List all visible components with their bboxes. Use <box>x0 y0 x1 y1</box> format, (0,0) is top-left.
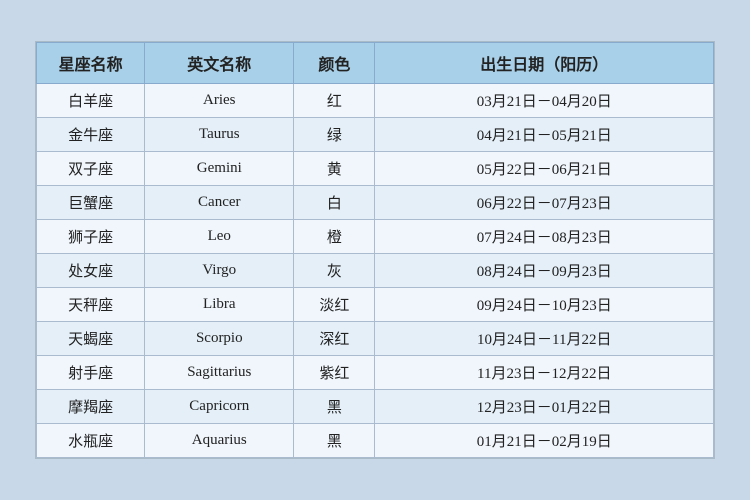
cell-chinese: 摩羯座 <box>37 390 145 424</box>
header-color: 颜色 <box>294 43 375 84</box>
cell-english: Gemini <box>145 152 294 186</box>
cell-color: 黑 <box>294 424 375 458</box>
header-date: 出生日期（阳历） <box>375 43 714 84</box>
cell-english: Libra <box>145 288 294 322</box>
cell-date: 03月21日－04月20日 <box>375 84 714 118</box>
cell-chinese: 天蝎座 <box>37 322 145 356</box>
cell-english: Virgo <box>145 254 294 288</box>
cell-date: 08月24日－09月23日 <box>375 254 714 288</box>
cell-color: 黄 <box>294 152 375 186</box>
table-header-row: 星座名称 英文名称 颜色 出生日期（阳历） <box>37 43 714 84</box>
cell-chinese: 水瓶座 <box>37 424 145 458</box>
cell-color: 深红 <box>294 322 375 356</box>
cell-chinese: 处女座 <box>37 254 145 288</box>
table-row: 白羊座Aries红03月21日－04月20日 <box>37 84 714 118</box>
table-row: 双子座Gemini黄05月22日－06月21日 <box>37 152 714 186</box>
header-english: 英文名称 <box>145 43 294 84</box>
cell-chinese: 巨蟹座 <box>37 186 145 220</box>
cell-english: Leo <box>145 220 294 254</box>
table-row: 狮子座Leo橙07月24日－08月23日 <box>37 220 714 254</box>
table-row: 金牛座Taurus绿04月21日－05月21日 <box>37 118 714 152</box>
table-row: 天秤座Libra淡红09月24日－10月23日 <box>37 288 714 322</box>
cell-date: 12月23日－01月22日 <box>375 390 714 424</box>
cell-color: 灰 <box>294 254 375 288</box>
cell-chinese: 射手座 <box>37 356 145 390</box>
zodiac-table: 星座名称 英文名称 颜色 出生日期（阳历） 白羊座Aries红03月21日－04… <box>36 42 714 458</box>
header-chinese: 星座名称 <box>37 43 145 84</box>
table-body: 白羊座Aries红03月21日－04月20日金牛座Taurus绿04月21日－0… <box>37 84 714 458</box>
cell-color: 白 <box>294 186 375 220</box>
cell-chinese: 金牛座 <box>37 118 145 152</box>
cell-date: 09月24日－10月23日 <box>375 288 714 322</box>
cell-chinese: 狮子座 <box>37 220 145 254</box>
cell-chinese: 白羊座 <box>37 84 145 118</box>
table-row: 射手座Sagittarius紫红11月23日－12月22日 <box>37 356 714 390</box>
cell-date: 11月23日－12月22日 <box>375 356 714 390</box>
cell-date: 10月24日－11月22日 <box>375 322 714 356</box>
cell-english: Cancer <box>145 186 294 220</box>
cell-english: Aquarius <box>145 424 294 458</box>
cell-date: 05月22日－06月21日 <box>375 152 714 186</box>
table-row: 天蝎座Scorpio深红10月24日－11月22日 <box>37 322 714 356</box>
table-row: 水瓶座Aquarius黑01月21日－02月19日 <box>37 424 714 458</box>
cell-english: Taurus <box>145 118 294 152</box>
cell-english: Aries <box>145 84 294 118</box>
cell-color: 绿 <box>294 118 375 152</box>
cell-color: 黑 <box>294 390 375 424</box>
zodiac-table-container: 星座名称 英文名称 颜色 出生日期（阳历） 白羊座Aries红03月21日－04… <box>35 41 715 459</box>
cell-english: Scorpio <box>145 322 294 356</box>
cell-date: 01月21日－02月19日 <box>375 424 714 458</box>
cell-date: 06月22日－07月23日 <box>375 186 714 220</box>
cell-date: 04月21日－05月21日 <box>375 118 714 152</box>
cell-color: 橙 <box>294 220 375 254</box>
table-row: 摩羯座Capricorn黑12月23日－01月22日 <box>37 390 714 424</box>
cell-color: 淡红 <box>294 288 375 322</box>
cell-english: Capricorn <box>145 390 294 424</box>
cell-color: 紫红 <box>294 356 375 390</box>
table-row: 处女座Virgo灰08月24日－09月23日 <box>37 254 714 288</box>
cell-english: Sagittarius <box>145 356 294 390</box>
table-row: 巨蟹座Cancer白06月22日－07月23日 <box>37 186 714 220</box>
cell-chinese: 双子座 <box>37 152 145 186</box>
cell-color: 红 <box>294 84 375 118</box>
cell-date: 07月24日－08月23日 <box>375 220 714 254</box>
cell-chinese: 天秤座 <box>37 288 145 322</box>
